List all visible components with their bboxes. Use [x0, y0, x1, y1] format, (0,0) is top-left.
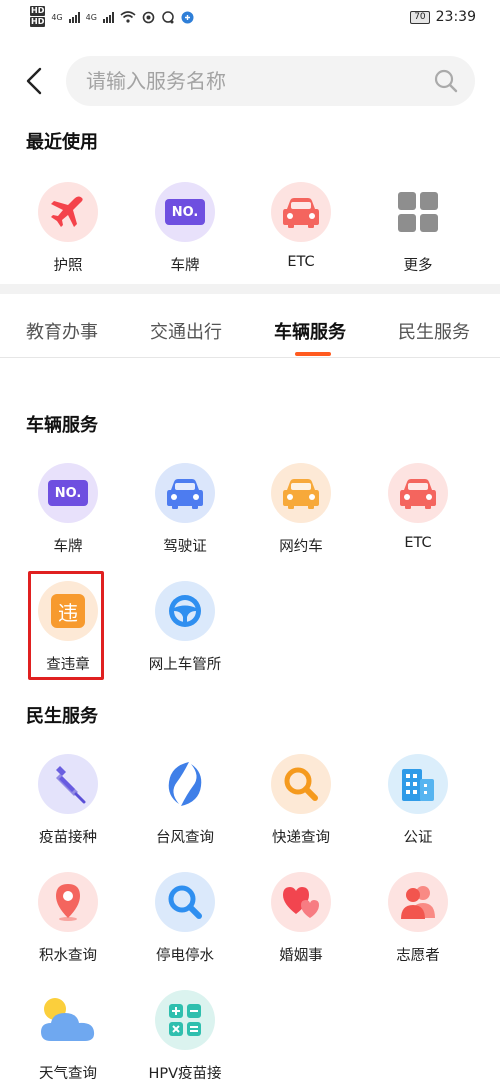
vehicle-item-dmv[interactable]: 网上车管所	[127, 581, 243, 674]
grid-label: 车牌	[170, 258, 200, 274]
life-item-marriage[interactable]: 婚姻事	[243, 872, 359, 965]
recent-item-plate[interactable]: NO. 车牌	[127, 182, 243, 275]
status-bar: HD HD 4G 4G 70 23:39	[0, 0, 500, 36]
clock: 23:39	[435, 9, 476, 25]
vehicle-section-title: 车辆服务	[26, 415, 98, 436]
tab-education[interactable]: 教育办事	[26, 318, 98, 344]
sync-icon	[142, 11, 155, 23]
steering-wheel-icon	[155, 581, 215, 641]
vehicle-item-ridehail[interactable]: 网约车	[243, 463, 359, 556]
tab-vehicle[interactable]: 车辆服务	[274, 318, 346, 344]
grid-label: 积水查询	[39, 948, 97, 964]
magnifier-icon	[155, 872, 215, 932]
search-box[interactable]	[66, 56, 475, 106]
life-item-waterlog[interactable]: 积水查询	[10, 872, 126, 965]
grid-label: 护照	[53, 258, 83, 274]
license-plate-icon: NO.	[38, 463, 98, 523]
life-item-weather[interactable]: 天气查询	[10, 990, 126, 1083]
plate-badge: NO.	[48, 480, 88, 506]
recent-section-title: 最近使用	[26, 132, 98, 153]
battery-icon: 70	[410, 10, 430, 24]
network-label-2: 4G	[85, 12, 97, 22]
magnifier-icon	[271, 754, 331, 814]
grid-label: 停电停水	[156, 948, 214, 964]
life-item-express[interactable]: 快递查询	[243, 754, 359, 847]
grid-label: 公证	[403, 830, 433, 846]
app-icon	[181, 11, 194, 23]
vehicle-item-plate[interactable]: NO. 车牌	[10, 463, 126, 556]
highlight-box	[28, 571, 104, 680]
grid-label: ETC	[404, 535, 432, 551]
chat-icon	[162, 10, 174, 23]
chevron-left-icon	[26, 67, 42, 95]
search-icon[interactable]	[433, 68, 459, 94]
life-item-vaccine[interactable]: 疫苗接种	[10, 754, 126, 847]
category-tabs: 教育办事 交通出行 车辆服务 民生服务	[0, 294, 500, 358]
wifi-icon	[120, 11, 136, 23]
syringe-icon	[38, 754, 98, 814]
section-divider	[0, 284, 500, 294]
license-plate-icon: NO.	[155, 182, 215, 242]
grid-label: HPV疫苗接	[148, 1066, 222, 1082]
livelihood-section-title: 民生服务	[26, 706, 98, 727]
back-button[interactable]	[22, 66, 48, 96]
grid-label: 车牌	[53, 539, 83, 555]
grid-label: 疫苗接种	[39, 830, 97, 846]
life-item-outage[interactable]: 停电停水	[127, 872, 243, 965]
grid-label: ETC	[287, 254, 315, 270]
hearts-icon	[271, 872, 331, 932]
grid-label: 天气查询	[39, 1066, 97, 1082]
calculator-icon	[155, 990, 215, 1050]
grid-label: 网上车管所	[148, 657, 222, 673]
car-icon	[271, 182, 331, 242]
vehicle-item-license[interactable]: 驾驶证	[127, 463, 243, 556]
car-icon	[155, 463, 215, 523]
grid-icon	[388, 182, 448, 242]
status-left: HD HD 4G 4G	[30, 6, 194, 28]
tab-transport[interactable]: 交通出行	[150, 318, 222, 344]
signal-icon-2	[102, 11, 114, 23]
tab-livelihood[interactable]: 民生服务	[398, 318, 470, 344]
people-icon	[388, 872, 448, 932]
grid-label: 更多	[403, 258, 433, 274]
life-item-hpv[interactable]: HPV疫苗接	[127, 990, 243, 1083]
status-right: 70 23:39	[410, 9, 476, 25]
life-item-notary[interactable]: 公证	[360, 754, 476, 847]
signal-icon	[68, 11, 80, 23]
search-row	[0, 56, 500, 106]
grid-label: 婚姻事	[279, 948, 323, 964]
grid-label: 台风查询	[156, 830, 214, 846]
building-icon	[388, 754, 448, 814]
airplane-icon	[38, 182, 98, 242]
grid-label: 驾驶证	[163, 539, 207, 555]
search-input[interactable]	[86, 56, 406, 106]
recent-item-etc[interactable]: ETC	[243, 182, 359, 270]
network-label-1: 4G	[51, 12, 63, 22]
life-item-volunteer[interactable]: 志愿者	[360, 872, 476, 965]
grid-label: 快递查询	[272, 830, 330, 846]
car-icon	[388, 463, 448, 523]
grid-label: 志愿者	[396, 948, 440, 964]
location-pin-icon	[38, 872, 98, 932]
vehicle-item-etc[interactable]: ETC	[360, 463, 476, 551]
active-tab-indicator	[295, 352, 331, 356]
plate-badge: NO.	[165, 199, 205, 225]
recent-item-more[interactable]: 更多	[360, 182, 476, 275]
life-item-typhoon[interactable]: 台风查询	[127, 754, 243, 847]
car-icon	[271, 463, 331, 523]
typhoon-icon	[155, 754, 215, 814]
weather-icon	[38, 990, 98, 1050]
recent-item-passport[interactable]: 护照	[10, 182, 126, 275]
sim-icon: HD HD	[30, 6, 46, 27]
grid-label: 网约车	[279, 539, 323, 555]
